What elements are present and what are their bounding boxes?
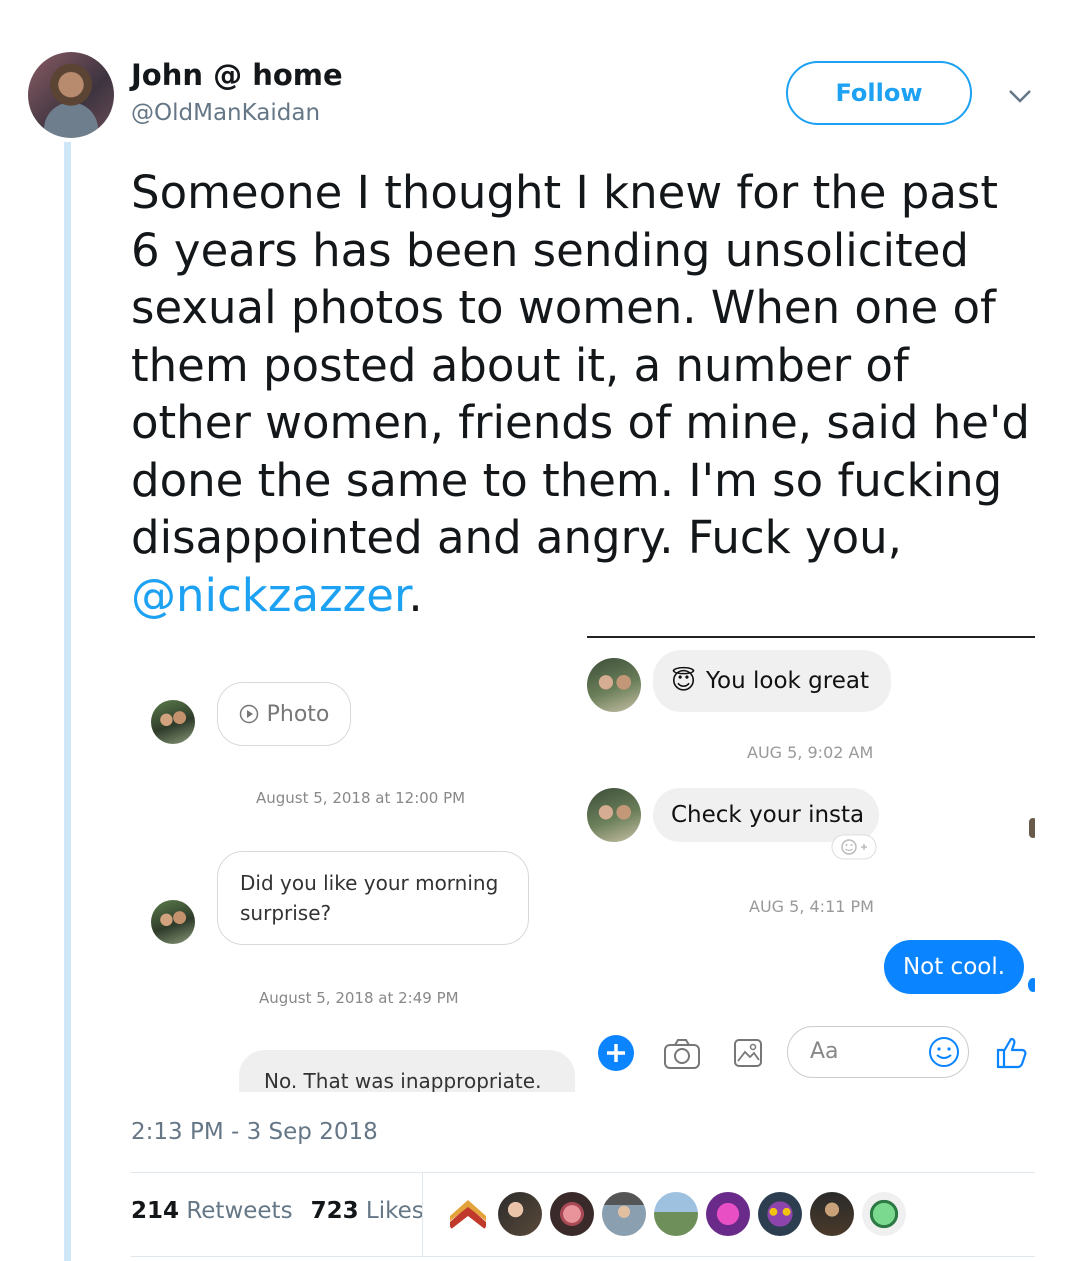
author-avatar[interactable]	[28, 52, 114, 138]
thumbs-up-icon[interactable]	[995, 1036, 1029, 1070]
retweets-count: 214	[131, 1198, 180, 1224]
tweet-text-end: .	[408, 568, 423, 622]
likes-label: Likes	[365, 1198, 424, 1224]
screenshot-messenger: 😇 You look great AUG 5, 9:02 AM Check yo…	[587, 636, 1035, 1092]
message-timestamp: August 5, 2018 at 12:00 PM	[256, 789, 466, 807]
tweet-timestamp[interactable]: 2:13 PM - 3 Sep 2018	[131, 1119, 378, 1145]
mention-link[interactable]: @nickzazzer	[131, 569, 408, 622]
liker-avatars	[446, 1192, 906, 1236]
follow-button[interactable]: Follow	[786, 61, 972, 125]
plus-icon[interactable]	[597, 1034, 635, 1072]
liker-avatar[interactable]	[706, 1192, 750, 1236]
photo-label: Photo	[266, 701, 330, 727]
play-icon	[239, 704, 258, 724]
emoji-icon[interactable]	[928, 1036, 960, 1068]
liker-avatar[interactable]	[498, 1192, 542, 1236]
message-timestamp: AUG 5, 4:11 PM	[749, 897, 874, 916]
message-text: You look great	[706, 668, 869, 694]
image-icon[interactable]	[733, 1038, 763, 1068]
thread-line	[64, 142, 71, 1261]
attached-image[interactable]: Photo August 5, 2018 at 12:00 PM Did you…	[131, 636, 1035, 1092]
liker-avatar[interactable]	[602, 1192, 646, 1236]
liker-avatar[interactable]	[654, 1192, 698, 1236]
read-indicator	[1028, 978, 1035, 992]
likes-count: 723	[310, 1198, 359, 1224]
message-bubble[interactable]: 😇 You look great	[653, 650, 891, 712]
divider	[131, 1256, 1035, 1257]
liker-avatar[interactable]	[550, 1192, 594, 1236]
retweets-stat[interactable]: 214 Retweets	[131, 1198, 293, 1224]
liker-avatar[interactable]	[446, 1192, 490, 1236]
liker-avatar[interactable]	[862, 1192, 906, 1236]
message-composer[interactable]: Aa	[787, 1026, 969, 1078]
chevron-down-icon[interactable]	[1006, 84, 1034, 108]
author-handle[interactable]: @OldManKaidan	[131, 100, 320, 126]
sender-avatar	[587, 788, 641, 842]
message-bubble[interactable]: No. That was inappropriate.	[239, 1050, 575, 1092]
message-timestamp: AUG 5, 9:02 AM	[747, 743, 874, 762]
screenshot-instagram-dm: Photo August 5, 2018 at 12:00 PM Did you…	[131, 636, 587, 1092]
liker-avatar[interactable]	[810, 1192, 854, 1236]
sender-avatar	[151, 900, 195, 944]
message-bubble[interactable]: Did you like your morning surprise?	[217, 851, 529, 945]
sent-message-bubble[interactable]: Not cool.	[884, 940, 1024, 994]
stats-divider	[422, 1172, 423, 1256]
camera-icon[interactable]	[663, 1038, 701, 1070]
liker-avatar[interactable]	[758, 1192, 802, 1236]
likes-stat[interactable]: 723 Likes	[311, 1198, 424, 1224]
partial-avatar	[1029, 818, 1035, 838]
add-reaction-icon[interactable]	[831, 834, 877, 860]
composer-placeholder: Aa	[810, 1039, 839, 1064]
message-timestamp: August 5, 2018 at 2:49 PM	[259, 989, 459, 1007]
divider	[131, 1172, 1035, 1173]
tweet-text: Someone I thought I knew for the past 6 …	[131, 164, 1031, 624]
tweet-text-body: Someone I thought I knew for the past 6 …	[131, 166, 1030, 564]
sender-avatar	[151, 700, 195, 744]
tweet-stats: 214 Retweets 723 Likes	[131, 1198, 424, 1224]
sender-avatar	[587, 658, 641, 712]
photo-message[interactable]: Photo	[217, 682, 351, 746]
angel-emoji-icon: 😇	[671, 667, 697, 695]
author-name[interactable]: John @ home	[131, 58, 343, 92]
retweets-label: Retweets	[186, 1198, 293, 1224]
